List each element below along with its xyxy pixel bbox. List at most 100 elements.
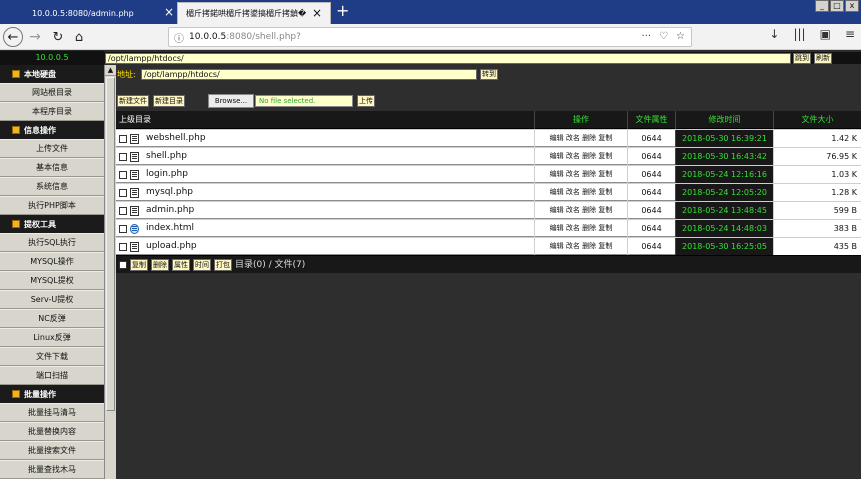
file-modified[interactable]: 2018-05-30 16:39:21	[675, 130, 773, 147]
scroll-up-icon[interactable]: ▲	[105, 65, 116, 76]
upload-button[interactable]: 上传	[357, 95, 375, 107]
row-checkbox[interactable]	[119, 152, 127, 161]
file-modified[interactable]: 2018-05-24 12:16:16	[675, 166, 773, 183]
select-all-checkbox[interactable]	[119, 261, 127, 269]
sidebar-item-exec-php[interactable]: 执行PHP脚本	[0, 196, 104, 215]
file-size: 435 B	[773, 238, 861, 255]
row-checkbox[interactable]	[119, 170, 127, 179]
sidebar-item-exec-sql[interactable]: 执行SQL执行	[0, 233, 104, 252]
bookmark-star-icon[interactable]: ☆	[676, 31, 685, 42]
tab-admin[interactable]: 10.0.0.5:8080/admin.php ×	[24, 2, 182, 24]
row-checkbox[interactable]	[119, 188, 127, 197]
file-permissions[interactable]: 0644	[627, 220, 675, 237]
file-modified[interactable]: 2018-05-30 16:25:05	[675, 238, 773, 255]
sidebar-item-servu-privesc[interactable]: Serv-U提权	[0, 290, 104, 309]
sidebar-item-basic-info[interactable]: 基本信息	[0, 158, 104, 177]
delete-button[interactable]: 删除	[151, 259, 169, 271]
file-name-link[interactable]: index.html	[146, 220, 194, 237]
file-permissions[interactable]: 0644	[627, 148, 675, 165]
sidebar-item-web-root[interactable]: 网站根目录	[0, 83, 104, 102]
parent-dir-link[interactable]: 上级目录	[116, 111, 534, 129]
file-name-link[interactable]: login.php	[146, 166, 188, 183]
file-permissions[interactable]: 0644	[627, 166, 675, 183]
file-modified[interactable]: 2018-05-24 14:48:03	[675, 220, 773, 237]
sidebar-toggle-icon[interactable]: ▣	[820, 27, 831, 41]
attributes-button[interactable]: 属性	[172, 259, 190, 271]
minimize-button[interactable]: _	[815, 0, 829, 12]
page-actions-icon[interactable]: ···	[642, 31, 652, 42]
sidebar-item-upload-file[interactable]: 上传文件	[0, 139, 104, 158]
reload-icon[interactable]: ↻	[50, 27, 66, 47]
sidebar-section-local-disk: 本地硬盘	[0, 65, 104, 83]
tab-close-icon[interactable]: ×	[164, 5, 174, 19]
path-refresh-button[interactable]: 刷新	[814, 53, 832, 64]
download-icon[interactable]: ↓	[769, 27, 779, 41]
tab-close-icon[interactable]: ×	[312, 6, 322, 20]
file-modified[interactable]: 2018-05-24 12:05:20	[675, 184, 773, 201]
menu-icon[interactable]: ≡	[845, 27, 855, 41]
tab-shell[interactable]: 楣斤拷鍩哄楣斤拷鍙搞楣斤拷鍞� ×	[177, 2, 331, 24]
row-checkbox[interactable]	[119, 224, 127, 233]
sidebar-item-system-info[interactable]: 系统信息	[0, 177, 104, 196]
pocket-icon[interactable]: ♡	[659, 31, 668, 42]
file-permissions[interactable]: 0644	[627, 202, 675, 219]
forward-arrow-icon[interactable]: →	[27, 27, 43, 47]
file-actions[interactable]: 编辑 改名 删除 复制	[534, 184, 627, 201]
close-window-button[interactable]: x	[845, 0, 859, 12]
sidebar-item-nc-reverse[interactable]: NC反弹	[0, 309, 104, 328]
table-body: webshell.php 编辑 改名 删除 复制 0644 2018-05-30 16…	[116, 129, 861, 255]
file-permissions[interactable]: 0644	[627, 238, 675, 255]
pack-button[interactable]: 打包	[214, 259, 232, 271]
tool-row: 新建文件 新建目录 Browse... No file selected. 上传	[116, 94, 861, 108]
folder-icon	[12, 70, 20, 78]
path-go-button[interactable]: 跳到	[793, 53, 811, 64]
file-actions[interactable]: 编辑 改名 删除 复制	[534, 130, 627, 147]
new-dir-button[interactable]: 新建目录	[153, 95, 185, 107]
address-go-button[interactable]: 转到	[480, 69, 498, 80]
sidebar-scrollbar[interactable]: ▲	[104, 65, 116, 479]
path-input[interactable]: /opt/lampp/htdocs/	[105, 53, 791, 64]
file-name-link[interactable]: admin.php	[146, 202, 194, 219]
new-file-button[interactable]: 新建文件	[117, 95, 149, 107]
time-button[interactable]: 时间	[193, 259, 211, 271]
maximize-button[interactable]: □	[830, 0, 844, 12]
sidebar-item-batch-search[interactable]: 批量搜索文件	[0, 441, 104, 460]
home-icon[interactable]: ⌂	[71, 27, 87, 47]
file-name-link[interactable]: upload.php	[146, 238, 197, 255]
row-checkbox[interactable]	[119, 206, 127, 215]
table-row: mysql.php 编辑 改名 删除 复制 0644 2018-05-24 12:05…	[116, 183, 861, 201]
sidebar-item-mysql-ops[interactable]: MYSQL操作	[0, 252, 104, 271]
file-actions[interactable]: 编辑 改名 删除 复制	[534, 202, 627, 219]
sidebar-item-port-scan[interactable]: 端口扫描	[0, 366, 104, 385]
sidebar-item-batch-replace[interactable]: 批量替换内容	[0, 422, 104, 441]
file-modified[interactable]: 2018-05-30 16:43:42	[675, 148, 773, 165]
new-tab-icon[interactable]: +	[336, 1, 349, 21]
browse-button[interactable]: Browse...	[208, 94, 254, 108]
file-modified[interactable]: 2018-05-24 13:48:45	[675, 202, 773, 219]
scroll-thumb[interactable]	[106, 77, 115, 411]
file-actions[interactable]: 编辑 改名 删除 复制	[534, 148, 627, 165]
sidebar-item-mysql-privesc[interactable]: MYSQL提权	[0, 271, 104, 290]
sidebar-item-batch-trojan[interactable]: 批量挂马清马	[0, 403, 104, 422]
copy-button[interactable]: 复制	[130, 259, 148, 271]
sidebar-item-batch-find-trojan[interactable]: 批量查找木马	[0, 460, 104, 479]
file-name-link[interactable]: webshell.php	[146, 130, 206, 147]
info-icon[interactable]: ⓘ	[169, 30, 189, 45]
sidebar-item-file-download[interactable]: 文件下载	[0, 347, 104, 366]
sidebar-item-program-dir[interactable]: 本程序目录	[0, 102, 104, 121]
library-icon[interactable]: |||	[793, 27, 805, 41]
row-checkbox[interactable]	[119, 134, 127, 143]
back-arrow-icon[interactable]: ←	[3, 27, 23, 47]
url-bar[interactable]: ⓘ 10.0.0.5 :8080/shell.php? ··· ♡ ☆	[168, 27, 692, 47]
file-name-link[interactable]: shell.php	[146, 148, 187, 165]
text-file-icon	[130, 133, 139, 144]
row-checkbox[interactable]	[119, 242, 127, 251]
file-actions[interactable]: 编辑 改名 删除 复制	[534, 220, 627, 237]
file-actions[interactable]: 编辑 改名 删除 复制	[534, 238, 627, 255]
file-permissions[interactable]: 0644	[627, 130, 675, 147]
sidebar-item-linux-reverse[interactable]: Linux反弹	[0, 328, 104, 347]
file-actions[interactable]: 编辑 改名 删除 复制	[534, 166, 627, 183]
address-input[interactable]: /opt/lampp/htdocs/	[141, 69, 477, 80]
file-name-link[interactable]: mysql.php	[146, 184, 193, 201]
file-permissions[interactable]: 0644	[627, 184, 675, 201]
